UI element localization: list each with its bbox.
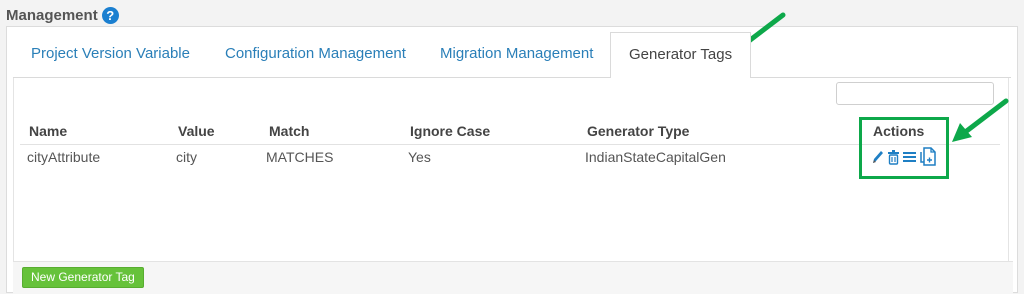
list-icon[interactable] — [902, 149, 917, 165]
column-header-actions: Actions — [873, 123, 925, 139]
page-header: Management ? — [6, 4, 119, 26]
page-title: Management — [6, 6, 98, 24]
cell-match: MATCHES — [266, 149, 334, 165]
management-panel: Project Version Variable Configuration M… — [6, 26, 1018, 294]
panel-footer: New Generator Tag — [13, 261, 1013, 294]
generator-tags-content — [13, 78, 1009, 261]
row-actions — [871, 147, 937, 167]
column-header-match: Match — [269, 123, 310, 139]
tab-generator-tags[interactable]: Generator Tags — [610, 32, 752, 78]
column-header-ignore-case: Ignore Case — [410, 123, 491, 139]
filter-input[interactable] — [836, 82, 994, 105]
tab-project-version-variable[interactable]: Project Version Variable — [13, 32, 208, 78]
pencil-icon[interactable] — [871, 149, 885, 165]
trash-icon[interactable] — [887, 149, 900, 165]
cell-value: city — [176, 149, 197, 165]
tab-migration-management[interactable]: Migration Management — [422, 32, 611, 78]
cell-generator-type: IndianStateCapitalGen — [585, 149, 726, 165]
cell-name: cityAttribute — [27, 149, 101, 165]
column-header-value: Value — [178, 123, 215, 139]
column-header-name: Name — [29, 123, 68, 139]
copy-document-icon[interactable] — [919, 147, 937, 167]
help-icon[interactable]: ? — [101, 6, 119, 24]
cell-ignore-case: Yes — [408, 149, 431, 165]
table-header-divider — [20, 144, 1000, 145]
new-generator-tag-button[interactable]: New Generator Tag — [22, 267, 144, 288]
column-header-generator-type: Generator Type — [587, 123, 690, 139]
tab-configuration-management[interactable]: Configuration Management — [207, 32, 424, 78]
